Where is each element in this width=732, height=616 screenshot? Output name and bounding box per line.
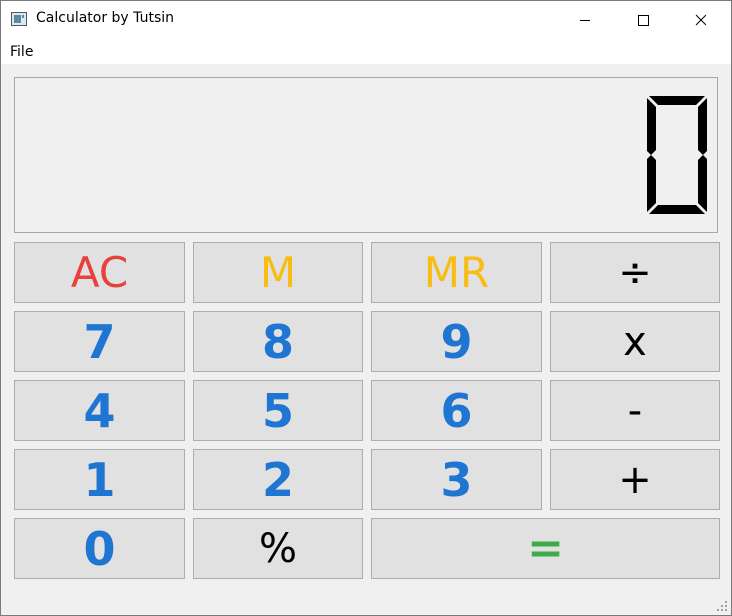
maximize-icon xyxy=(638,15,649,26)
close-button[interactable] xyxy=(672,1,730,39)
clear-button[interactable]: AC xyxy=(14,242,185,303)
digit-6-button[interactable]: 6 xyxy=(371,380,542,441)
percent-button[interactable]: % xyxy=(193,518,363,579)
minimize-icon xyxy=(580,20,590,21)
app-icon xyxy=(11,12,27,26)
digit-2-button[interactable]: 2 xyxy=(193,449,363,510)
digit-1-button[interactable]: 1 xyxy=(14,449,185,510)
minimize-button[interactable] xyxy=(556,1,614,39)
multiply-button[interactable]: x xyxy=(550,311,720,372)
digit-5-button[interactable]: 5 xyxy=(193,380,363,441)
add-button[interactable]: + xyxy=(550,449,720,510)
maximize-button[interactable] xyxy=(614,1,672,39)
lcd-digit-zero xyxy=(647,96,707,214)
divide-button[interactable]: ÷ xyxy=(550,242,720,303)
menu-bar: File xyxy=(1,39,731,64)
memory-button[interactable]: M xyxy=(193,242,363,303)
lcd-display: 0 xyxy=(14,77,718,233)
digit-8-button[interactable]: 8 xyxy=(193,311,363,372)
equals-button[interactable]: = xyxy=(371,518,720,579)
display-value: 0 xyxy=(15,78,16,79)
digit-3-button[interactable]: 3 xyxy=(371,449,542,510)
digit-7-button[interactable]: 7 xyxy=(14,311,185,372)
size-grip-icon[interactable] xyxy=(716,600,728,612)
memory-recall-button[interactable]: MR xyxy=(371,242,542,303)
subtract-button[interactable]: - xyxy=(550,380,720,441)
title-bar[interactable]: Calculator by Tutsin xyxy=(1,1,731,39)
digit-9-button[interactable]: 9 xyxy=(371,311,542,372)
digit-4-button[interactable]: 4 xyxy=(14,380,185,441)
digit-0-button[interactable]: 0 xyxy=(14,518,185,579)
window-title: Calculator by Tutsin xyxy=(36,10,175,26)
menu-file[interactable]: File xyxy=(10,44,33,60)
calculator-window: Calculator by Tutsin File AC M MR ÷ 7 8 … xyxy=(0,0,732,616)
close-icon xyxy=(695,14,707,26)
